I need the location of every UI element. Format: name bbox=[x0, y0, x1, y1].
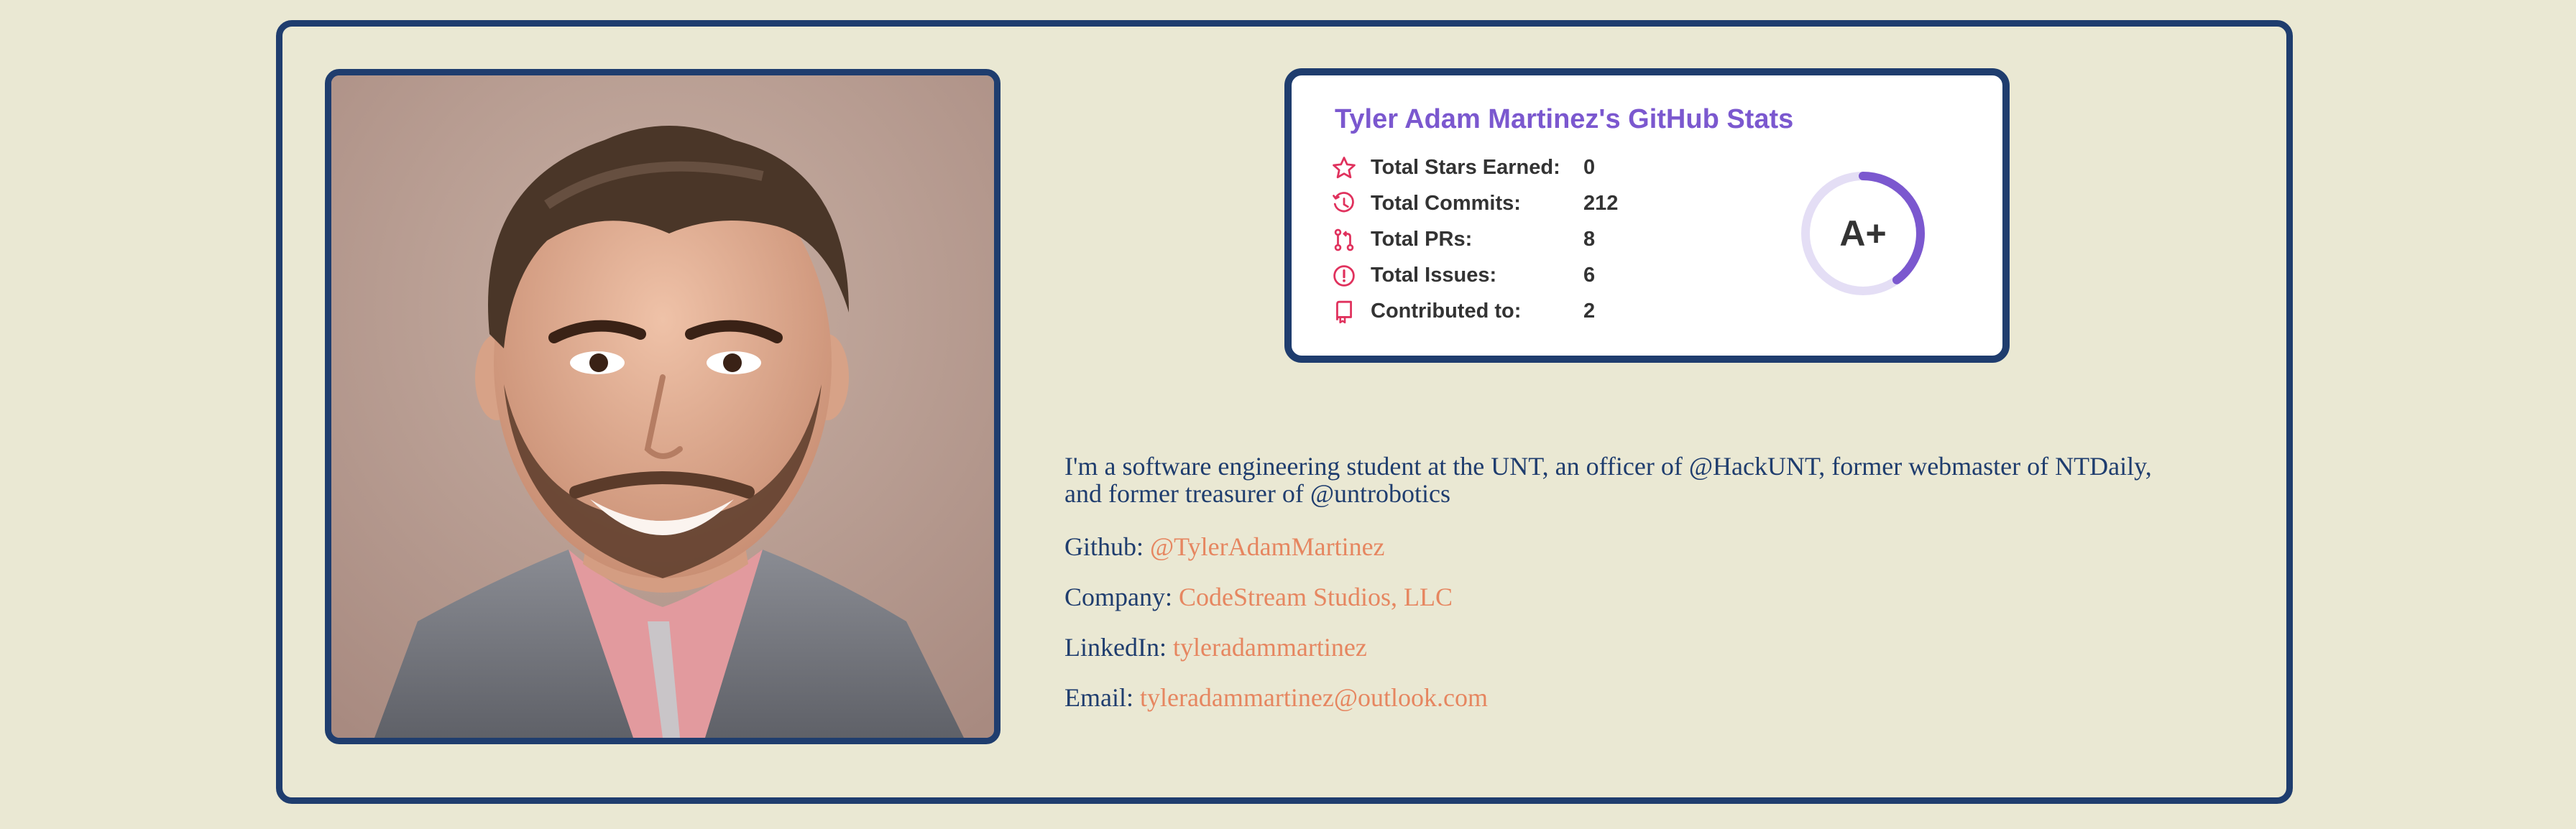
stat-row-stars: Total Stars Earned: 0 bbox=[1332, 154, 1706, 183]
stat-value: 8 bbox=[1583, 228, 1596, 251]
linkedin-label: LinkedIn: bbox=[1064, 633, 1173, 662]
profile-photo bbox=[325, 69, 1000, 744]
stat-value: 0 bbox=[1583, 156, 1596, 179]
stat-value: 2 bbox=[1583, 300, 1596, 323]
company-label: Company: bbox=[1064, 583, 1179, 611]
history-icon bbox=[1333, 192, 1354, 213]
portrait-image bbox=[331, 75, 994, 738]
stat-row-contributed: Contributed to: 2 bbox=[1332, 298, 1706, 327]
rank-circle: A+ bbox=[1795, 165, 1931, 302]
issue-icon bbox=[1333, 265, 1355, 287]
repo-icon bbox=[1336, 300, 1352, 324]
github-link[interactable]: @TylerAdamMartinez bbox=[1150, 532, 1385, 561]
pull-request-icon bbox=[1334, 228, 1354, 251]
stat-label: Total Commits: bbox=[1371, 192, 1521, 215]
rank-grade: A+ bbox=[1839, 213, 1887, 254]
stat-label: Total PRs: bbox=[1371, 228, 1473, 251]
company-row: Company: CodeStream Studios, LLC bbox=[1064, 582, 1453, 612]
email-row: Email: tyleradammartinez@outlook.com bbox=[1064, 682, 1488, 713]
stat-row-issues: Total Issues: 6 bbox=[1332, 262, 1706, 291]
stat-label: Total Issues: bbox=[1371, 264, 1497, 287]
linkedin-link[interactable]: tyleradammartinez bbox=[1173, 633, 1367, 662]
stats-title: Tyler Adam Martinez's GitHub Stats bbox=[1335, 104, 1794, 134]
email-label: Email: bbox=[1064, 683, 1140, 712]
stat-value: 212 bbox=[1583, 192, 1619, 215]
star-icon bbox=[1333, 157, 1356, 179]
stat-label: Total Stars Earned: bbox=[1371, 156, 1560, 179]
stat-row-prs: Total PRs: 8 bbox=[1332, 226, 1706, 255]
stat-value: 6 bbox=[1583, 264, 1596, 287]
github-stats-card[interactable]: Tyler Adam Martinez's GitHub Stats Total… bbox=[1284, 68, 2010, 363]
github-row: Github: @TylerAdamMartinez bbox=[1064, 532, 1385, 562]
company-link[interactable]: CodeStream Studios, LLC bbox=[1179, 583, 1453, 611]
email-link[interactable]: tyleradammartinez@outlook.com bbox=[1140, 683, 1488, 712]
linkedin-row: LinkedIn: tyleradammartinez bbox=[1064, 632, 1367, 662]
bio-text: I'm a software engineering student at th… bbox=[1064, 452, 2152, 508]
stat-row-commits: Total Commits: 212 bbox=[1332, 190, 1706, 219]
stat-label: Contributed to: bbox=[1371, 300, 1522, 323]
github-label: Github: bbox=[1064, 532, 1151, 561]
